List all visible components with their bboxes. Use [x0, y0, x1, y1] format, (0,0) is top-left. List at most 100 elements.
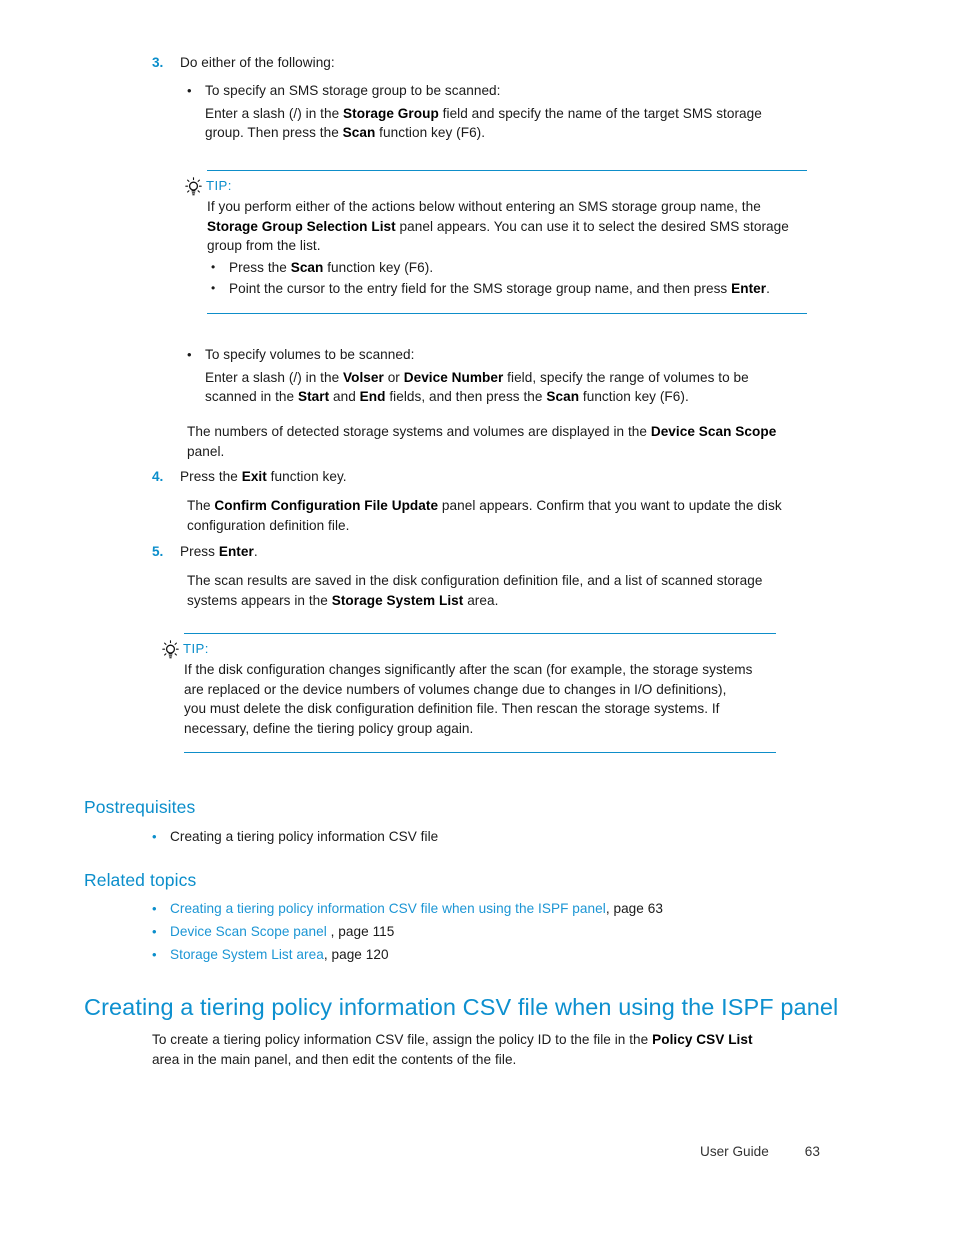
term-scan: Scan	[290, 259, 324, 275]
bullet-detail-line-2: scanned in the Start and End fields, and…	[205, 387, 857, 407]
paragraph-line-2: configuration definition file.	[187, 517, 350, 533]
section-heading-postrequisites: Postrequisites	[84, 797, 196, 817]
paragraph-line-2: area in the main panel, and then edit th…	[152, 1051, 517, 1067]
paragraph-line-1: To create a tiering policy information C…	[152, 1030, 852, 1050]
paragraph-line-2: systems appears in the Storage System Li…	[187, 591, 877, 611]
step-4-text: Press the Exit function key.	[180, 467, 852, 487]
term-end: End	[359, 389, 386, 405]
text-run: .	[253, 544, 258, 559]
text-run: field and specify the name of the target…	[438, 105, 762, 121]
related-topic-link[interactable]: Device Scan Scope panel	[170, 924, 331, 939]
related-topic-item-2: • Device Scan Scope panel , page 115	[152, 922, 852, 942]
tip-1-body: If you perform either of the actions bel…	[207, 197, 807, 299]
term-policy-csv-list: Policy CSV List	[652, 1032, 753, 1047]
tip-line-2: Storage Group Selection List panel appea…	[207, 217, 807, 237]
paragraph-line-2: panel.	[187, 443, 225, 459]
bullet-detail-line-1: Enter a slash (/) in the Volser or Devic…	[205, 368, 857, 388]
term-storage-group: Storage Group	[343, 105, 439, 121]
text-run: field, specify the range of volumes to b…	[503, 369, 749, 385]
step-3-text: Do either of the following:	[180, 55, 335, 70]
text-run: Press	[180, 544, 219, 559]
step-4-number: 4.	[152, 469, 164, 484]
text-run: Enter a slash (/) in the	[205, 105, 344, 121]
related-topic-link[interactable]: Creating a tiering policy information CS…	[170, 901, 606, 916]
bullet-marker: •	[152, 924, 157, 939]
section-heading-related-topics: Related topics	[84, 870, 197, 890]
text-run: Press the	[229, 259, 291, 275]
step-3-bullet-1-body: To specify an SMS storage group to be sc…	[205, 81, 847, 143]
text-run: function key (F6).	[375, 125, 486, 141]
step-4: 4. Press the Exit function key.	[152, 467, 852, 487]
page-title: Creating a tiering policy information CS…	[84, 994, 839, 1020]
text-run: Point the cursor to the entry field for …	[229, 281, 732, 297]
paragraph-line-1: The numbers of detected storage systems …	[187, 422, 867, 442]
tip-header: TIP:	[162, 639, 776, 659]
tip-line-1: If you perform either of the actions bel…	[207, 199, 761, 214]
paragraph-line-1: The Confirm Configuration File Update pa…	[187, 496, 877, 516]
text-run: or	[383, 369, 404, 385]
tip-rule-top	[184, 633, 776, 634]
page-number: 63	[804, 1144, 820, 1159]
text-run: fields, and then press the	[385, 389, 547, 405]
tip-line-1: If the disk configuration changes signif…	[184, 662, 753, 677]
step-3-bullet-1: • To specify an SMS storage group to be …	[187, 81, 847, 143]
text-run: panel appears. You can use it to select …	[395, 218, 789, 234]
step-3-bullet-2: • To specify volumes to be scanned: Ente…	[187, 345, 857, 407]
page-footer: User Guide 63	[700, 1144, 820, 1159]
related-topic-line: Storage System List area, page 120	[170, 945, 852, 965]
step-4-paragraph: The Confirm Configuration File Update pa…	[187, 496, 877, 535]
tip-bullet-text: Press the Scan function key (F6).	[229, 258, 433, 278]
bullet-detail-line-2: group. Then press the Scan function key …	[205, 123, 847, 143]
term-device-scan-scope: Device Scan Scope	[650, 424, 777, 439]
bullet-marker: •	[152, 901, 157, 916]
tip-label: TIP:	[206, 178, 232, 193]
text-run: group. Then press the	[205, 125, 343, 141]
lightbulb-icon	[162, 640, 179, 659]
term-start: Start	[297, 389, 330, 405]
chapter-intro-paragraph: To create a tiering policy information C…	[152, 1030, 852, 1069]
tip-2-body: If the disk configuration changes signif…	[184, 660, 776, 738]
term-scan: Scan	[546, 389, 580, 405]
step-5-number: 5.	[152, 544, 164, 559]
tip-header: TIP:	[185, 176, 807, 196]
tip-rule-bottom	[184, 752, 776, 754]
text-run: Press the	[180, 469, 242, 484]
related-topic-page-ref: , page 115	[330, 924, 395, 939]
tip-line-3: group from the list.	[207, 238, 321, 254]
tip-line-3: you must delete the disk configuration d…	[184, 701, 720, 717]
term-volser: Volser	[343, 369, 384, 385]
tip-rule-bottom	[207, 312, 807, 314]
paragraph-line-1: The scan results are saved in the disk c…	[187, 573, 763, 588]
step-3: 3. Do either of the following:	[152, 53, 852, 73]
document-page: 3. Do either of the following: • To spec…	[0, 0, 954, 1235]
related-topic-line: Creating a tiering policy information CS…	[170, 899, 852, 919]
tip-line-4: necessary, define the tiering policy gro…	[184, 720, 474, 736]
related-topic-line: Device Scan Scope panel , page 115	[170, 922, 852, 942]
text-run: Enter a slash (/) in the	[205, 369, 344, 385]
bullet-marker: •	[211, 281, 216, 296]
tip-label: TIP:	[183, 641, 209, 656]
text-run: area.	[463, 592, 499, 608]
lightbulb-icon	[185, 177, 202, 196]
related-topic-item-1: • Creating a tiering policy information …	[152, 899, 852, 919]
bullet-lead-line: To specify volumes to be scanned:	[205, 347, 415, 362]
step-5-text: Press Enter.	[180, 542, 852, 562]
bullet-detail-line-1: Enter a slash (/) in the Storage Group f…	[205, 104, 847, 124]
text-run: scanned in the	[205, 389, 298, 405]
step-5-paragraph: The scan results are saved in the disk c…	[187, 571, 877, 610]
bullet-marker: •	[211, 259, 216, 274]
step-3-number: 3.	[152, 55, 164, 70]
step-3-closing-paragraph: The numbers of detected storage systems …	[187, 422, 867, 461]
related-topic-page-ref: , page 120	[323, 947, 389, 962]
text-run: and	[329, 389, 360, 405]
text-run: .	[766, 281, 770, 297]
postrequisites-item-label: Creating a tiering policy information CS…	[170, 829, 439, 844]
bullet-marker: •	[187, 347, 192, 362]
postrequisites-item: • Creating a tiering policy information …	[152, 827, 752, 847]
term-storage-group-selection-list: Storage Group Selection List	[207, 218, 396, 234]
term-storage-system-list: Storage System List	[331, 592, 464, 608]
bullet-marker: •	[152, 947, 157, 962]
related-topic-link[interactable]: Storage System List area	[170, 947, 324, 962]
term-scan: Scan	[342, 125, 376, 141]
text-run: To create a tiering policy information C…	[152, 1032, 653, 1047]
